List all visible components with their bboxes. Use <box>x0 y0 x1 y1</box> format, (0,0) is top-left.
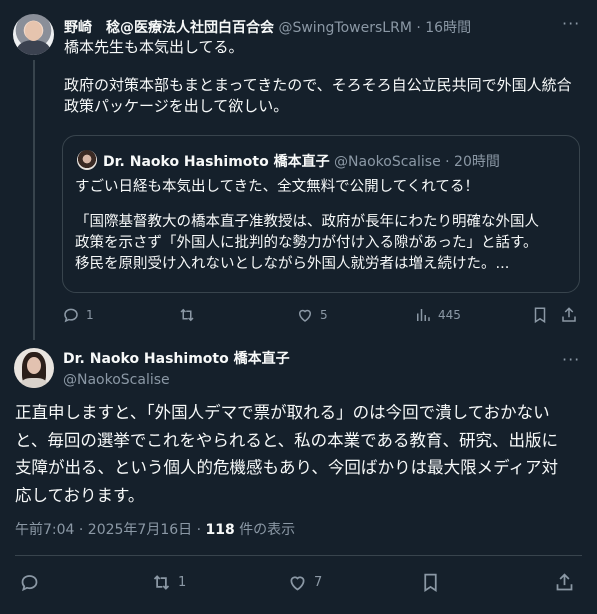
tweet-header: 野崎 稔@医療法人社団白百合会 @SwingTowersLRM · 16時間 <box>64 17 471 37</box>
thread-connector-line <box>33 60 35 342</box>
tweet-text: 橋本先生も本気出してる。 政府の対策本部もまとまってきたので、そろそろ自公立民共… <box>64 37 579 117</box>
separator-dot: · <box>445 154 450 170</box>
separator-dot: · <box>416 20 421 36</box>
quoted-text-line: 移民を原則受け入れないとしながら外国人就労者は増え続けた。... <box>75 256 510 272</box>
tweet-metadata: 午前7:04 · 2025年7月16日 · 118 件の表示 <box>15 519 295 539</box>
view-count: 118 <box>205 522 235 538</box>
reply-count: 1 <box>86 308 94 322</box>
tweet-timestamp[interactable]: 午前7:04 · 2025年7月16日 · <box>15 522 206 538</box>
like-button[interactable]: 7 <box>287 570 322 594</box>
tweet-text-line: 橋本先生も本気出してる。 <box>64 38 244 56</box>
avatar-face <box>27 357 41 374</box>
avatar-face <box>25 21 42 41</box>
share-button[interactable] <box>560 303 578 327</box>
divider <box>15 555 582 556</box>
more-options-icon[interactable]: ··· <box>562 350 580 369</box>
repost-button[interactable] <box>178 303 202 327</box>
quoted-time: 20時間 <box>454 154 500 170</box>
share-icon <box>556 572 573 590</box>
quoted-header: Dr. Naoko Hashimoto 橋本直子 @NaokoScalise ·… <box>103 151 500 171</box>
analytics-icon <box>417 309 430 321</box>
tweet-text-line: 政策パッケージを出して欲しい。 <box>64 97 289 115</box>
heart-icon <box>298 309 312 322</box>
avatar-shoulders <box>17 40 50 55</box>
author-name[interactable]: Dr. Naoko Hashimoto 橋本直子 <box>63 350 290 369</box>
quoted-text: すごい日経も本気出してきた、全文無料で公開してくれてる！ 「国際基督教大の橋本直… <box>75 177 570 275</box>
author-name[interactable]: 野崎 稔@医療法人社団白百合会 <box>64 20 274 36</box>
reply-button[interactable]: 1 <box>62 303 94 327</box>
share-button[interactable] <box>554 570 575 594</box>
reply-icon <box>64 308 78 323</box>
like-count: 7 <box>314 574 323 590</box>
tweet-actions: 1 5 445 <box>62 303 582 327</box>
share-icon <box>562 307 576 322</box>
quoted-tweet-card[interactable]: Dr. Naoko Hashimoto 橋本直子 @NaokoScalise ·… <box>62 135 580 293</box>
more-options-icon[interactable]: ··· <box>562 14 580 33</box>
main-tweet: Dr. Naoko Hashimoto 橋本直子 @NaokoScalise ·… <box>0 340 597 614</box>
quoted-text-line: 政策を示さず「外国人に批判的な勢力が付け入る隙があった」と話す。 <box>75 235 538 251</box>
bookmark-button[interactable] <box>531 303 549 327</box>
author-handle[interactable]: @NaokoScalise <box>63 371 290 390</box>
repost-icon <box>180 308 194 322</box>
heart-icon <box>290 575 305 591</box>
views-button[interactable]: 445 <box>414 303 461 327</box>
view-count: 445 <box>438 308 461 322</box>
views-label: 件の表示 <box>234 522 296 538</box>
tweet-text-line: 応しております。 <box>15 485 145 505</box>
avatar[interactable] <box>14 348 54 388</box>
tweet-time[interactable]: 16時間 <box>425 20 471 36</box>
quoted-avatar <box>77 150 97 170</box>
tweet-text-line: 正直申しますと、「外国人デマで票が取れる」のは今回で潰しておかない <box>15 403 550 422</box>
quoted-handle: @NaokoScalise <box>334 154 441 170</box>
quoted-text-line: 「国際基督教大の橋本直子准教授は、政府が長年にわたり明確な外国人 <box>75 214 539 230</box>
like-count: 5 <box>320 308 328 322</box>
repost-button[interactable]: 1 <box>151 570 186 594</box>
author-handle[interactable]: @SwingTowersLRM <box>278 20 411 36</box>
repost-icon <box>153 574 170 590</box>
reply-icon <box>21 574 38 591</box>
context-tweet[interactable]: 野崎 稔@医療法人社団白百合会 @SwingTowersLRM · 16時間 ·… <box>0 0 597 342</box>
avatar[interactable] <box>13 14 54 55</box>
tweet-text: 正直申しますと、「外国人デマで票が取れる」のは今回で潰しておかない と、毎回の選… <box>15 399 585 509</box>
quoted-text-line: すごい日経も本気出してきた、全文無料で公開してくれてる！ <box>75 179 479 195</box>
tweet-text-line: 支障が出る、という個人的危機感もあり、今回ばかりは最大限メディア対 <box>15 458 559 477</box>
like-button[interactable]: 5 <box>296 303 328 327</box>
tweet-text-line: と、毎回の選挙でこれをやられると、私の本業である教育、研究、出版に <box>15 430 559 450</box>
reply-button[interactable] <box>19 570 46 594</box>
bookmark-button[interactable] <box>420 570 441 594</box>
tweet-actions: 1 7 <box>15 570 582 594</box>
tweet-text-line: 政府の対策本部もまとまってきたので、そろそろ自公立民共同で外国人統合 <box>64 76 572 94</box>
bookmark-icon <box>424 573 437 592</box>
tweet-header: Dr. Naoko Hashimoto 橋本直子 @NaokoScalise <box>63 350 290 390</box>
avatar-body <box>21 378 47 388</box>
quoted-author-name: Dr. Naoko Hashimoto 橋本直子 <box>103 154 330 170</box>
bookmark-icon <box>534 307 546 324</box>
repost-count: 1 <box>178 574 187 590</box>
